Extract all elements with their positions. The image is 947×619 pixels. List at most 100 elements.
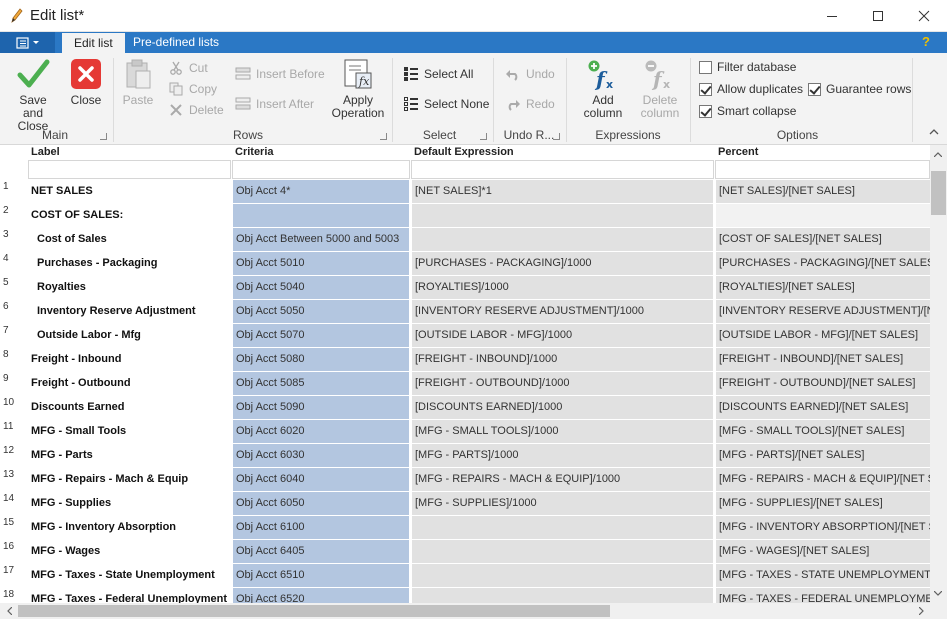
- select-all-button[interactable]: Select All: [403, 65, 473, 83]
- cell-criteria[interactable]: Obj Acct 6520: [233, 588, 409, 603]
- cell-criteria[interactable]: Obj Acct 6100: [233, 516, 409, 539]
- save-and-close-button[interactable]: Save and Close: [8, 57, 58, 133]
- cell-default-expression[interactable]: [MFG - SUPPLIES]/1000: [412, 492, 713, 515]
- maximize-button[interactable]: [855, 0, 901, 31]
- guarantee-rows-checkbox[interactable]: Guarantee rows: [808, 81, 911, 97]
- cell-label[interactable]: NET SALES: [28, 180, 230, 203]
- select-none-button[interactable]: Select None: [403, 95, 489, 113]
- rows-launcher-icon[interactable]: [380, 133, 387, 140]
- filter-input-default-expression[interactable]: [411, 160, 714, 179]
- add-column-button[interactable]: fx Add column: [572, 57, 634, 120]
- cell-label[interactable]: Cost of Sales: [28, 228, 230, 251]
- table-row[interactable]: 14 MFG - Supplies Obj Acct 6050 [MFG - SUPP…: [0, 492, 930, 516]
- cell-label[interactable]: Royalties: [28, 276, 230, 299]
- cell-label[interactable]: MFG - Wages: [28, 540, 230, 563]
- scroll-up-icon[interactable]: [931, 147, 945, 161]
- cell-label[interactable]: Inventory Reserve Adjustment: [28, 300, 230, 323]
- cell-percent[interactable]: [NET SALES]/[NET SALES]: [716, 180, 930, 203]
- cell-percent[interactable]: [MFG - SMALL TOOLS]/[NET SALES]: [716, 420, 930, 443]
- cell-default-expression[interactable]: [412, 228, 713, 251]
- cell-label[interactable]: MFG - Repairs - Mach & Equip: [28, 468, 230, 491]
- undo-button[interactable]: Undo: [505, 65, 555, 83]
- delete-button[interactable]: Delete: [168, 101, 224, 119]
- table-row[interactable]: 2 COST OF SALES:: [0, 204, 930, 228]
- cell-percent[interactable]: [MFG - INVENTORY ABSORPTION]/[NET SALES]: [716, 516, 930, 539]
- table-row[interactable]: 9 Freight - Outbound Obj Acct 5085 [FREIGHT…: [0, 372, 930, 396]
- cell-criteria[interactable]: Obj Acct Between 5000 and 5003: [233, 228, 409, 251]
- cell-label[interactable]: MFG - Supplies: [28, 492, 230, 515]
- cell-percent[interactable]: [FREIGHT - INBOUND]/[NET SALES]: [716, 348, 930, 371]
- insert-before-button[interactable]: Insert Before: [235, 65, 325, 83]
- cell-percent[interactable]: [716, 204, 930, 227]
- insert-after-button[interactable]: Insert After: [235, 95, 314, 113]
- cell-default-expression[interactable]: [DISCOUNTS EARNED]/1000: [412, 396, 713, 419]
- cell-default-expression[interactable]: [MFG - PARTS]/1000: [412, 444, 713, 467]
- cell-percent[interactable]: [MFG - PARTS]/[NET SALES]: [716, 444, 930, 467]
- table-row[interactable]: 8 Freight - Inbound Obj Acct 5080 [FREIGHT …: [0, 348, 930, 372]
- cell-percent[interactable]: [OUTSIDE LABOR - MFG]/[NET SALES]: [716, 324, 930, 347]
- table-row[interactable]: 10 Discounts Earned Obj Acct 5090 [DISCOUNT…: [0, 396, 930, 420]
- cell-default-expression[interactable]: [MFG - SMALL TOOLS]/1000: [412, 420, 713, 443]
- cell-default-expression[interactable]: [412, 540, 713, 563]
- cell-label[interactable]: MFG - Taxes - State Unemployment: [28, 564, 230, 587]
- cell-label[interactable]: Freight - Inbound: [28, 348, 230, 371]
- cell-criteria[interactable]: [233, 204, 409, 227]
- table-row[interactable]: 13 MFG - Repairs - Mach & Equip Obj Acct 6…: [0, 468, 930, 492]
- scroll-left-icon[interactable]: [2, 604, 16, 618]
- close-button[interactable]: Close: [66, 57, 106, 107]
- cell-label[interactable]: MFG - Parts: [28, 444, 230, 467]
- cell-label[interactable]: Freight - Outbound: [28, 372, 230, 395]
- cell-criteria[interactable]: Obj Acct 6020: [233, 420, 409, 443]
- copy-button[interactable]: Copy: [168, 80, 217, 98]
- column-header-default-expression[interactable]: Default Expression: [411, 145, 713, 159]
- cell-criteria[interactable]: Obj Acct 6405: [233, 540, 409, 563]
- file-menu-button[interactable]: [0, 32, 55, 53]
- cell-default-expression[interactable]: [FREIGHT - OUTBOUND]/1000: [412, 372, 713, 395]
- filter-input-label[interactable]: [28, 160, 231, 179]
- scroll-down-icon[interactable]: [931, 586, 945, 600]
- table-row[interactable]: 5 Royalties Obj Acct 5040 [ROYALTIES]/1000[…: [0, 276, 930, 300]
- horizontal-scrollbar[interactable]: [0, 603, 930, 619]
- cut-button[interactable]: Cut: [168, 59, 208, 77]
- table-row[interactable]: 7 Outside Labor - Mfg Obj Acct 5070 [OUTSID…: [0, 324, 930, 348]
- filter-input-criteria[interactable]: [232, 160, 410, 179]
- cell-criteria[interactable]: Obj Acct 4*: [233, 180, 409, 203]
- cell-label[interactable]: Outside Labor - Mfg: [28, 324, 230, 347]
- table-row[interactable]: 16 MFG - Wages Obj Acct 6405 [MFG - WAGES]/…: [0, 540, 930, 564]
- cell-percent[interactable]: [MFG - SUPPLIES]/[NET SALES]: [716, 492, 930, 515]
- cell-criteria[interactable]: Obj Acct 5090: [233, 396, 409, 419]
- filter-input-percent[interactable]: [715, 160, 930, 179]
- cell-label[interactable]: Discounts Earned: [28, 396, 230, 419]
- column-header-label[interactable]: Label: [28, 145, 230, 159]
- cell-default-expression[interactable]: [412, 204, 713, 227]
- cell-default-expression[interactable]: [412, 588, 713, 603]
- cell-criteria[interactable]: Obj Acct 5010: [233, 252, 409, 275]
- cell-label[interactable]: MFG - Inventory Absorption: [28, 516, 230, 539]
- scroll-right-icon[interactable]: [914, 604, 928, 618]
- table-row[interactable]: 11 MFG - Small Tools Obj Acct 6020 [MFG - S…: [0, 420, 930, 444]
- cell-percent[interactable]: [MFG - TAXES - FEDERAL UNEMPLOYMENT]/[NE…: [716, 588, 930, 603]
- undo-launcher-icon[interactable]: [553, 133, 560, 140]
- cell-criteria[interactable]: Obj Acct 6040: [233, 468, 409, 491]
- table-row[interactable]: 3 Cost of Sales Obj Acct Between 5000 and …: [0, 228, 930, 252]
- cell-default-expression[interactable]: [MFG - REPAIRS - MACH & EQUIP]/1000: [412, 468, 713, 491]
- allow-duplicates-checkbox[interactable]: Allow duplicates: [699, 81, 803, 97]
- smart-collapse-checkbox[interactable]: Smart collapse: [699, 103, 796, 119]
- vertical-scrollbar[interactable]: [930, 145, 947, 603]
- cell-criteria[interactable]: Obj Acct 6050: [233, 492, 409, 515]
- cell-default-expression[interactable]: [OUTSIDE LABOR - MFG]/1000: [412, 324, 713, 347]
- cell-percent[interactable]: [MFG - TAXES - STATE UNEMPLOYMENT]/[NET …: [716, 564, 930, 587]
- cell-percent[interactable]: [MFG - REPAIRS - MACH & EQUIP]/[NET SALE…: [716, 468, 930, 491]
- cell-percent[interactable]: [FREIGHT - OUTBOUND]/[NET SALES]: [716, 372, 930, 395]
- filter-database-checkbox[interactable]: Filter database: [699, 59, 796, 75]
- table-row[interactable]: 6 Inventory Reserve Adjustment Obj Acct 50…: [0, 300, 930, 324]
- cell-criteria[interactable]: Obj Acct 5080: [233, 348, 409, 371]
- redo-button[interactable]: Redo: [505, 95, 555, 113]
- table-row[interactable]: 17 MFG - Taxes - State Unemployment Obj Ac…: [0, 564, 930, 588]
- cell-default-expression[interactable]: [NET SALES]*1: [412, 180, 713, 203]
- cell-percent[interactable]: [COST OF SALES]/[NET SALES]: [716, 228, 930, 251]
- cell-default-expression[interactable]: [PURCHASES - PACKAGING]/1000: [412, 252, 713, 275]
- table-row[interactable]: 15 MFG - Inventory Absorption Obj Acct 610…: [0, 516, 930, 540]
- close-window-button[interactable]: [901, 0, 947, 31]
- cell-default-expression[interactable]: [412, 564, 713, 587]
